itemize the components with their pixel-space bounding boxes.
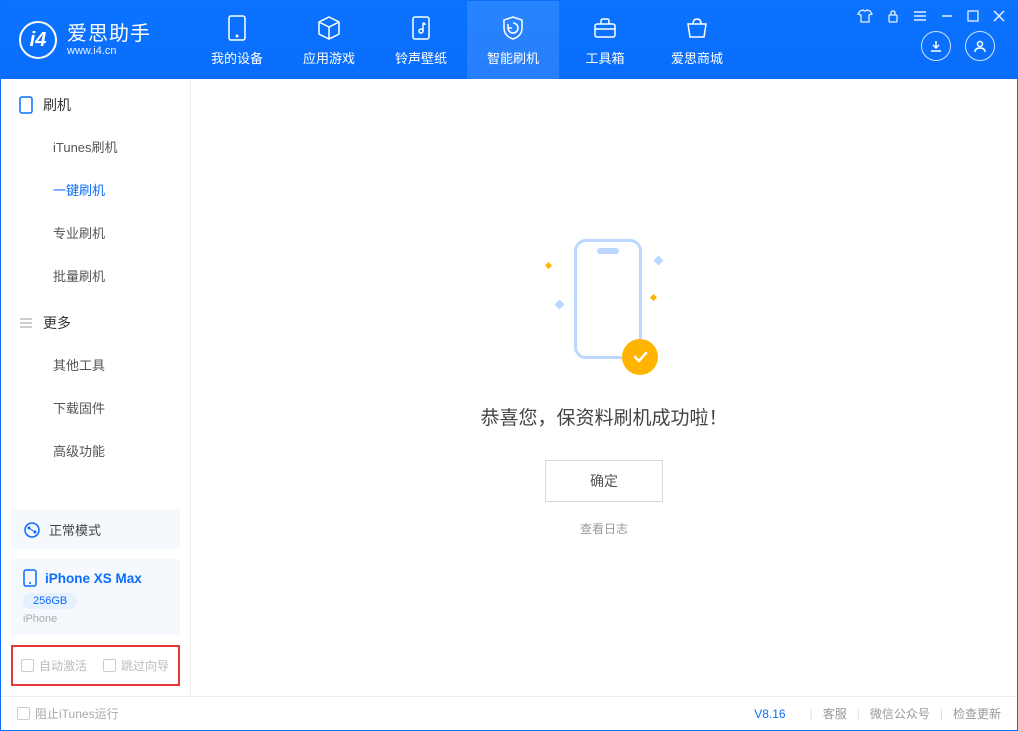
- header-action-icons: [921, 31, 995, 61]
- sidebar-item-one-click-flash[interactable]: 一键刷机: [1, 168, 190, 211]
- tab-toolbox[interactable]: 工具箱: [559, 1, 651, 79]
- cube-icon: [316, 14, 342, 42]
- app-url: www.i4.cn: [67, 45, 151, 57]
- tab-apps[interactable]: 应用游戏: [283, 1, 375, 79]
- music-icon: [410, 14, 432, 42]
- app-window: i4 爱思助手 www.i4.cn 我的设备 应用游戏 铃声壁纸 智能刷机: [0, 0, 1018, 731]
- tab-flash[interactable]: 智能刷机: [467, 1, 559, 79]
- device-icon: [228, 14, 246, 42]
- tshirt-icon[interactable]: [857, 9, 873, 23]
- check-update-link[interactable]: 检查更新: [953, 705, 1001, 722]
- nav-group-flash: 刷机: [1, 79, 190, 125]
- logo-icon: i4: [19, 21, 57, 59]
- close-icon[interactable]: [993, 10, 1005, 22]
- list-icon: [19, 317, 33, 329]
- phone-outline-icon: [19, 96, 33, 114]
- mode-icon: [23, 521, 41, 539]
- tab-label: 爱思商城: [671, 48, 723, 67]
- titlebar: i4 爱思助手 www.i4.cn 我的设备 应用游戏 铃声壁纸 智能刷机: [1, 1, 1017, 79]
- wechat-link[interactable]: 微信公众号: [870, 705, 930, 722]
- flash-options-row: 自动激活 跳过向导: [11, 645, 180, 686]
- success-message: 恭喜您，保资料刷机成功啦！: [480, 403, 727, 430]
- view-log-link[interactable]: 查看日志: [580, 520, 628, 537]
- tab-label: 我的设备: [211, 48, 263, 67]
- maximize-icon[interactable]: [967, 10, 979, 22]
- mode-label: 正常模式: [49, 520, 101, 539]
- device-type: iPhone: [23, 613, 168, 625]
- ok-button[interactable]: 确定: [545, 460, 663, 502]
- tab-label: 智能刷机: [487, 48, 539, 67]
- window-controls: [857, 9, 1005, 23]
- toolbox-icon: [592, 14, 618, 42]
- sidebar-item-batch-flash[interactable]: 批量刷机: [1, 254, 190, 297]
- menu-icon[interactable]: [913, 10, 927, 22]
- nav-group-more: 更多: [1, 297, 190, 343]
- minimize-icon[interactable]: [941, 10, 953, 22]
- tab-label: 工具箱: [585, 48, 624, 67]
- check-badge-icon: [622, 339, 658, 375]
- tab-store[interactable]: 爱思商城: [651, 1, 743, 79]
- support-link[interactable]: 客服: [823, 705, 847, 722]
- success-illustration: [544, 239, 664, 379]
- sidebar: 刷机 iTunes刷机 一键刷机 专业刷机 批量刷机 更多 其他工具 下载固件 …: [1, 79, 191, 696]
- block-itunes-checkbox[interactable]: 阻止iTunes运行: [17, 705, 119, 722]
- statusbar: 阻止iTunes运行 V8.16 | 客服 | 微信公众号 | 检查更新: [1, 696, 1017, 730]
- version-label: V8.16: [754, 707, 785, 721]
- user-button[interactable]: [965, 31, 995, 61]
- tab-label: 应用游戏: [303, 48, 355, 67]
- sidebar-item-download-firmware[interactable]: 下载固件: [1, 386, 190, 429]
- sidebar-item-advanced[interactable]: 高级功能: [1, 429, 190, 472]
- main-tabs: 我的设备 应用游戏 铃声壁纸 智能刷机 工具箱 爱思商城: [191, 1, 743, 79]
- body: 刷机 iTunes刷机 一键刷机 专业刷机 批量刷机 更多 其他工具 下载固件 …: [1, 79, 1017, 696]
- sidebar-bottom: 正常模式 iPhone XS Max 256GB iPhone 自动激活 跳过向…: [1, 500, 190, 696]
- tab-ringtone[interactable]: 铃声壁纸: [375, 1, 467, 79]
- download-button[interactable]: [921, 31, 951, 61]
- lock-icon[interactable]: [887, 9, 899, 23]
- shield-icon: [501, 14, 525, 42]
- main-content: 恭喜您，保资料刷机成功啦！ 确定 查看日志: [191, 79, 1017, 696]
- sidebar-item-pro-flash[interactable]: 专业刷机: [1, 211, 190, 254]
- skip-guide-checkbox[interactable]: 跳过向导: [103, 657, 169, 674]
- device-name: iPhone XS Max: [45, 571, 142, 586]
- tab-label: 铃声壁纸: [395, 48, 447, 67]
- device-card[interactable]: iPhone XS Max 256GB iPhone: [11, 559, 180, 635]
- store-icon: [684, 14, 710, 42]
- device-storage: 256GB: [23, 593, 77, 609]
- auto-activate-checkbox[interactable]: 自动激活: [21, 657, 87, 674]
- sidebar-item-itunes-flash[interactable]: iTunes刷机: [1, 125, 190, 168]
- mode-card[interactable]: 正常模式: [11, 510, 180, 549]
- app-name: 爱思助手: [67, 23, 151, 45]
- tab-device[interactable]: 我的设备: [191, 1, 283, 79]
- sidebar-item-other-tools[interactable]: 其他工具: [1, 343, 190, 386]
- app-logo: i4 爱思助手 www.i4.cn: [1, 1, 191, 79]
- device-phone-icon: [23, 569, 37, 587]
